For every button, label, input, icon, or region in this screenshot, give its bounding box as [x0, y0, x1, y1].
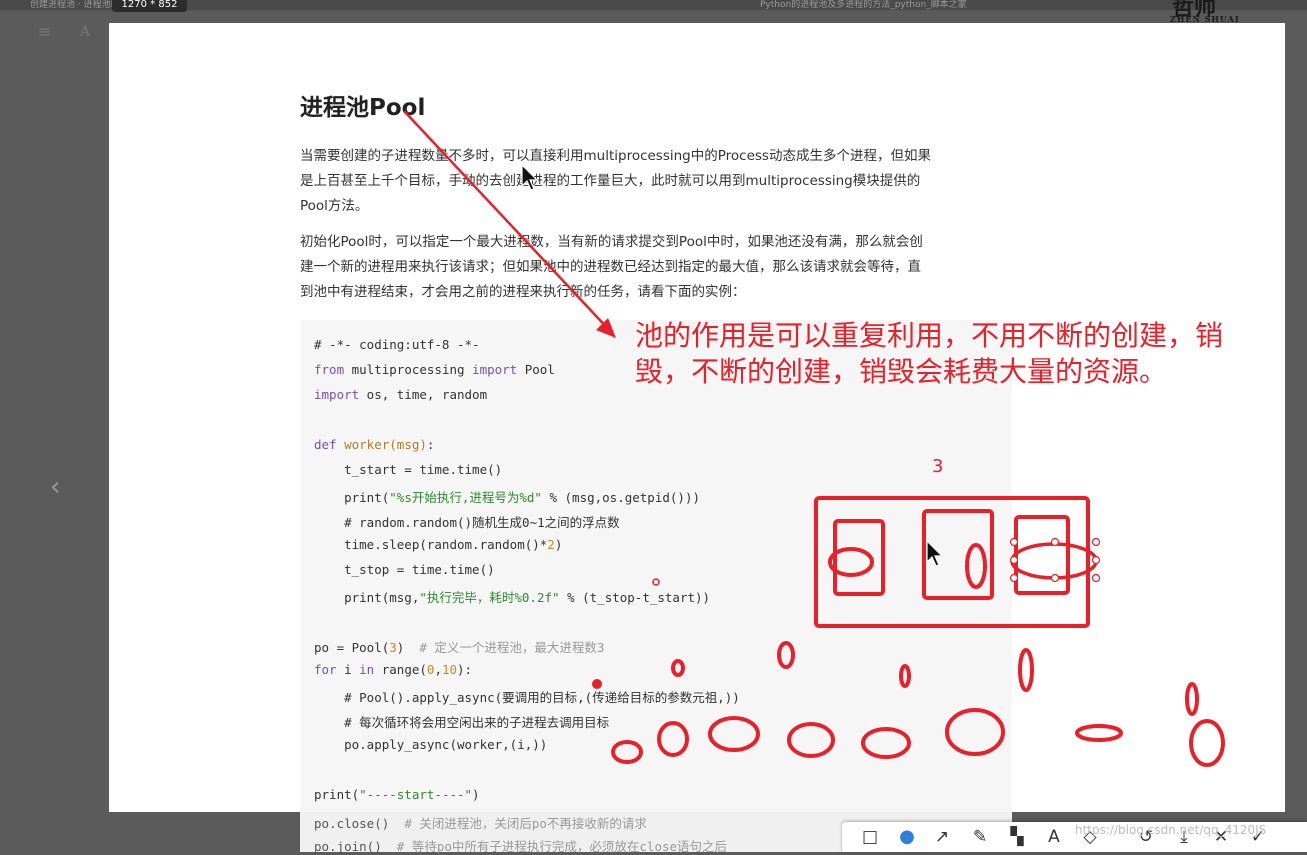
ellipse-tool-icon[interactable]: ●	[896, 826, 918, 848]
mosaic-tool-icon[interactable]: ▚	[1006, 826, 1028, 848]
text-tool-icon[interactable]: A	[1043, 826, 1065, 848]
annotation-ink-layer	[403, 110, 1225, 767]
ink-dot	[592, 679, 602, 689]
annotation-line: 毁，不断的创建，销毁会耗费大量的资源。	[635, 355, 1168, 388]
process-box-1	[833, 519, 885, 596]
annotation-arrowhead	[596, 318, 616, 338]
task-ellipse	[1185, 682, 1199, 716]
mouse-cursor-icon	[926, 540, 944, 567]
annotation-number: 3	[932, 456, 944, 477]
task-ellipse	[708, 716, 760, 752]
process-box-3	[1014, 515, 1070, 595]
task-ellipse	[899, 664, 911, 688]
annotation-arrow-line	[403, 110, 614, 335]
task-ellipse	[965, 543, 987, 589]
mouse-cursor-icon	[521, 164, 539, 191]
ink-dot	[652, 578, 660, 586]
watermark-url: https://blog.csdn.net/qq_4120JS	[1075, 823, 1267, 837]
task-ellipse-selected	[1010, 542, 1098, 580]
pen-tool-icon[interactable]: ✎	[969, 826, 991, 848]
task-ellipse	[861, 727, 911, 759]
annotation-line: 池的作用是可以重复利用，不用不断的创建，销	[635, 319, 1224, 352]
annotation-text: 池的作用是可以重复利用，不用不断的创建，销 毁，不断的创建，销毁会耗费大量的资源…	[635, 318, 1223, 390]
task-ellipse	[787, 722, 835, 758]
task-ellipse	[1189, 719, 1225, 767]
task-ellipse	[1075, 724, 1123, 742]
task-ellipse	[671, 659, 685, 677]
arrow-tool-icon[interactable]: ↗	[931, 826, 953, 848]
task-ellipse	[777, 641, 795, 669]
task-ellipse	[945, 708, 1005, 756]
task-ellipse	[1018, 648, 1034, 692]
rectangle-tool-icon[interactable]: □	[859, 826, 881, 848]
task-ellipse	[611, 740, 643, 764]
task-ellipse	[657, 721, 689, 757]
